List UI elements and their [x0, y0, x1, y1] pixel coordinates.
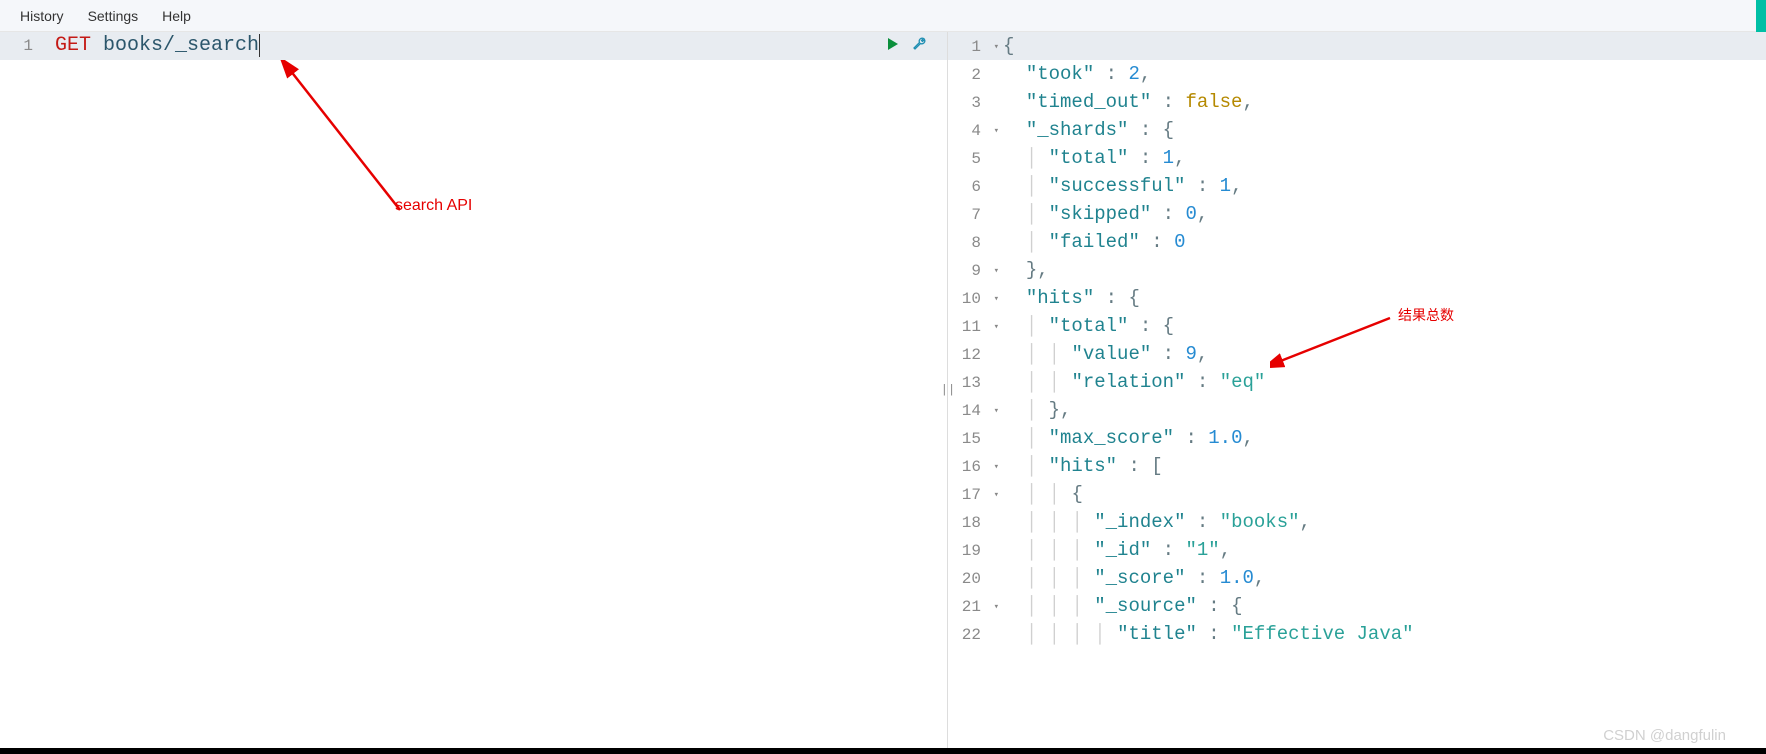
line-number: 4▾: [948, 117, 1003, 145]
line-number: 18: [948, 509, 1003, 537]
wrench-icon[interactable]: [911, 36, 927, 52]
response-pane[interactable]: 1▾{2 "took" : 2,3 "timed_out" : false,4▾…: [948, 32, 1766, 748]
response-line[interactable]: 20 │ │ │ "_score" : 1.0,: [948, 564, 1766, 592]
line-number: 16▾: [948, 453, 1003, 481]
line-number: 1: [0, 32, 55, 60]
fold-icon[interactable]: ▾: [994, 313, 999, 341]
response-code: │ │ │ "_source" : {: [1003, 592, 1766, 620]
line-number: 2: [948, 61, 1003, 89]
line-number: 14▾: [948, 397, 1003, 425]
line-number: 6: [948, 173, 1003, 201]
response-code: {: [1003, 32, 1766, 60]
fold-icon[interactable]: ▾: [994, 453, 999, 481]
response-code: │ │ "value" : 9,: [1003, 340, 1766, 368]
workspace: 1 GET books/_search search API || 1▾{2 "…: [0, 32, 1766, 748]
response-line[interactable]: 19 │ │ │ "_id" : "1",: [948, 536, 1766, 564]
arrow-search-api: [280, 60, 410, 220]
response-code: │ "failed" : 0: [1003, 228, 1766, 256]
response-code: │ │ │ "_id" : "1",: [1003, 536, 1766, 564]
cursor: [259, 34, 272, 57]
response-line[interactable]: 2 "took" : 2,: [948, 60, 1766, 88]
line-number: 22: [948, 621, 1003, 649]
line-number: 20: [948, 565, 1003, 593]
response-code: │ "successful" : 1,: [1003, 172, 1766, 200]
line-number: 15: [948, 425, 1003, 453]
response-code: │ │ "relation" : "eq": [1003, 368, 1766, 396]
response-code: │ "total" : 1,: [1003, 144, 1766, 172]
request-code[interactable]: GET books/_search: [55, 32, 947, 60]
pane-splitter[interactable]: ||: [943, 379, 953, 401]
response-code: │ "hits" : [: [1003, 452, 1766, 480]
response-line[interactable]: 17▾ │ │ {: [948, 480, 1766, 508]
response-code: },: [1003, 256, 1766, 284]
response-line[interactable]: 9▾ },: [948, 256, 1766, 284]
response-line[interactable]: 7 │ "skipped" : 0,: [948, 200, 1766, 228]
fold-icon[interactable]: ▾: [994, 481, 999, 509]
fold-icon[interactable]: ▾: [994, 593, 999, 621]
response-line[interactable]: 22 │ │ │ │ "title" : "Effective Java": [948, 620, 1766, 648]
bottom-bar: [0, 748, 1766, 754]
menu-settings[interactable]: Settings: [88, 8, 139, 24]
request-pane[interactable]: 1 GET books/_search search API: [0, 32, 948, 748]
fold-icon[interactable]: ▾: [994, 397, 999, 425]
response-line[interactable]: 6 │ "successful" : 1,: [948, 172, 1766, 200]
menu-history[interactable]: History: [20, 8, 64, 24]
line-number: 9▾: [948, 257, 1003, 285]
line-number: 7: [948, 201, 1003, 229]
line-number: 13: [948, 369, 1003, 397]
response-line[interactable]: 15 │ "max_score" : 1.0,: [948, 424, 1766, 452]
response-code: "hits" : {: [1003, 284, 1766, 312]
response-line[interactable]: 12 │ │ "value" : 9,: [948, 340, 1766, 368]
response-line[interactable]: 21▾ │ │ │ "_source" : {: [948, 592, 1766, 620]
line-number: 11▾: [948, 313, 1003, 341]
response-line[interactable]: 4▾ "_shards" : {: [948, 116, 1766, 144]
annotation-search-api: search API: [395, 197, 472, 215]
response-line[interactable]: 18 │ │ │ "_index" : "books",: [948, 508, 1766, 536]
line-number: 19: [948, 537, 1003, 565]
line-number: 17▾: [948, 481, 1003, 509]
http-method: GET: [55, 34, 91, 57]
request-line[interactable]: 1 GET books/_search: [0, 32, 947, 60]
line-number: 10▾: [948, 285, 1003, 313]
response-code: │ },: [1003, 396, 1766, 424]
fold-icon[interactable]: ▾: [994, 117, 999, 145]
response-code: "_shards" : {: [1003, 116, 1766, 144]
response-code: "took" : 2,: [1003, 60, 1766, 88]
response-line[interactable]: 11▾ │ "total" : {: [948, 312, 1766, 340]
response-code: │ "total" : {: [1003, 312, 1766, 340]
side-accent: [1756, 0, 1766, 32]
response-code: │ "skipped" : 0,: [1003, 200, 1766, 228]
line-number: 12: [948, 341, 1003, 369]
line-number: 5: [948, 145, 1003, 173]
fold-icon[interactable]: ▾: [994, 257, 999, 285]
response-line[interactable]: 16▾ │ "hits" : [: [948, 452, 1766, 480]
response-line[interactable]: 1▾{: [948, 32, 1766, 60]
fold-icon[interactable]: ▾: [994, 285, 999, 313]
line-number: 3: [948, 89, 1003, 117]
request-actions: [885, 36, 927, 52]
response-code: │ │ {: [1003, 480, 1766, 508]
response-code: │ │ │ "_index" : "books",: [1003, 508, 1766, 536]
line-number: 1▾: [948, 33, 1003, 61]
menubar: History Settings Help: [0, 0, 1766, 32]
response-line[interactable]: 14▾ │ },: [948, 396, 1766, 424]
request-path: books/_search: [103, 34, 259, 57]
menu-help[interactable]: Help: [162, 8, 191, 24]
response-line[interactable]: 8 │ "failed" : 0: [948, 228, 1766, 256]
response-code: "timed_out" : false,: [1003, 88, 1766, 116]
response-code: │ │ │ │ "title" : "Effective Java": [1003, 620, 1766, 648]
run-icon[interactable]: [885, 36, 901, 52]
response-line[interactable]: 10▾ "hits" : {: [948, 284, 1766, 312]
fold-icon[interactable]: ▾: [994, 33, 999, 61]
response-line[interactable]: 5 │ "total" : 1,: [948, 144, 1766, 172]
response-line[interactable]: 13 │ │ "relation" : "eq": [948, 368, 1766, 396]
response-line[interactable]: 3 "timed_out" : false,: [948, 88, 1766, 116]
line-number: 21▾: [948, 593, 1003, 621]
response-code: │ "max_score" : 1.0,: [1003, 424, 1766, 452]
response-code: │ │ │ "_score" : 1.0,: [1003, 564, 1766, 592]
line-number: 8: [948, 229, 1003, 257]
